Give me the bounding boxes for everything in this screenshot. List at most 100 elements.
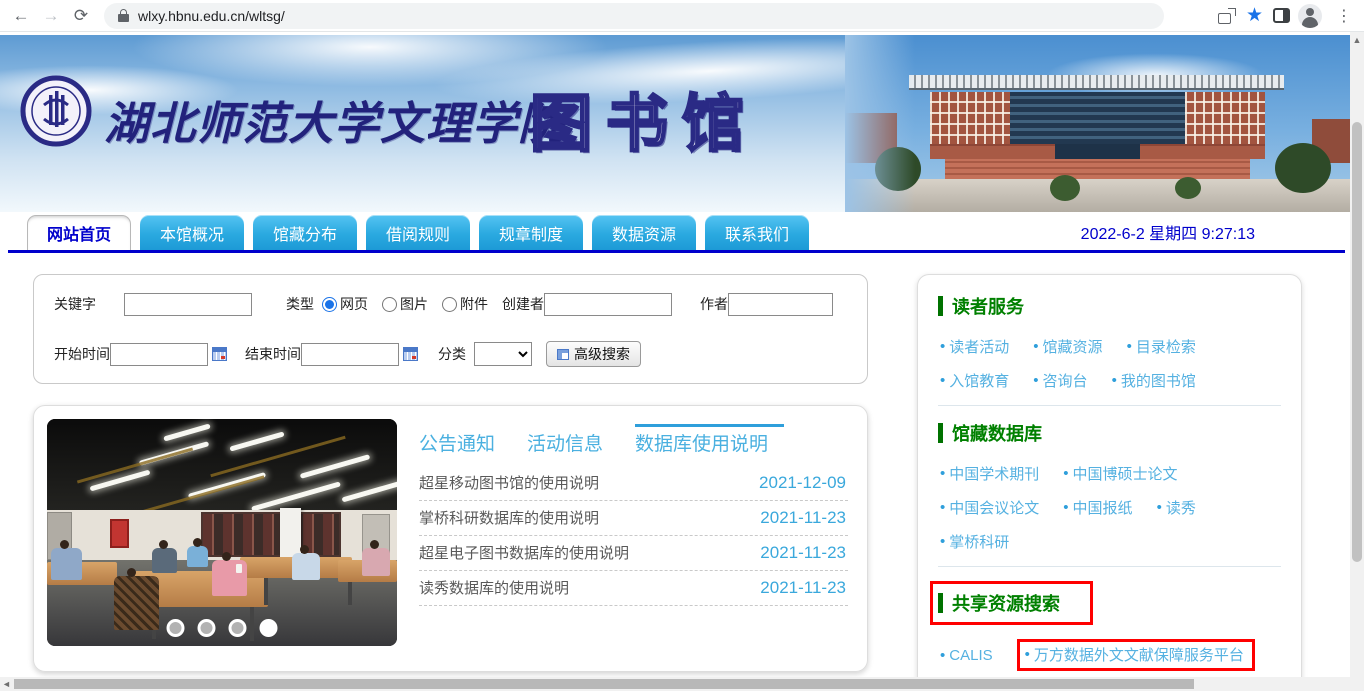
news-item-title[interactable]: 超星移动图书馆的使用说明 [419,472,599,493]
carousel-dot[interactable] [198,619,216,637]
section-heading: 读者服务 [938,293,1024,319]
scroll-left-arrow-icon[interactable]: ◄ [2,677,11,691]
nav-tabs: 网站首页本馆概况馆藏分布借阅规则规章制度数据资源联系我们 [27,215,818,250]
sidebar-link[interactable]: •中国博硕士论文 [1063,463,1177,484]
nav-tab[interactable]: 规章制度 [479,215,583,250]
end-time-input[interactable] [301,343,399,366]
news-item-title[interactable]: 掌桥科研数据库的使用说明 [419,507,599,528]
university-logo [20,75,92,147]
creator-input[interactable] [544,293,672,316]
radio-icon[interactable] [322,297,337,312]
side-panel-icon[interactable] [1273,8,1290,23]
author-input[interactable] [728,293,833,316]
search-form-card: 关键字 类型 网页图片附件 创建者 作者 开始时间 结束时间 [33,274,868,384]
library-building-photo [845,35,1350,212]
horizontal-scrollbar-thumb[interactable] [14,679,1194,689]
sidebar-link[interactable]: •咨询台 [1033,370,1087,391]
radio-icon[interactable] [382,297,397,312]
url-text[interactable]: wlxy.hbnu.edu.cn/wltsg/ [138,8,285,24]
refresh-icon[interactable]: ⟳ [66,6,96,26]
news-item[interactable]: 读秀数据库的使用说明2021-11-23 [419,571,848,606]
nav-tab[interactable]: 馆藏分布 [253,215,357,250]
news-panel: 公告通知活动信息数据库使用说明 超星移动图书馆的使用说明2021-12-09掌桥… [419,419,848,658]
news-item[interactable]: 超星移动图书馆的使用说明2021-12-09 [419,466,848,501]
end-time-label: 结束时间 [245,344,301,364]
start-time-input[interactable] [110,343,208,366]
table-leg [348,582,352,605]
sidebar-link-row: •掌桥科研 [940,531,1281,552]
news-item-title[interactable]: 读秀数据库的使用说明 [419,577,569,598]
sidebar-link-highlighted[interactable]: •万方数据外文文献保障服务平台 [1017,639,1255,671]
sidebar-link[interactable]: •掌桥科研 [940,531,1009,552]
bookmark-star-icon[interactable]: ★ [1242,6,1267,25]
sidebar-link[interactable]: •入馆教育 [940,370,1009,391]
nav-tab[interactable]: 借阅规则 [366,215,470,250]
type-radio-option[interactable]: 附件 [442,294,488,314]
library-title: 图书馆 [530,73,758,163]
sidebar-link[interactable]: •读秀 [1157,497,1196,518]
sidebar-link[interactable]: •中国报纸 [1063,497,1132,518]
profile-avatar[interactable] [1298,4,1322,28]
carousel-dot[interactable] [167,619,185,637]
news-item[interactable]: 掌桥科研数据库的使用说明 2021-11-23 [419,501,848,536]
sidebar-link[interactable]: •我的图书馆 [1112,370,1196,391]
sidebar-link-label: 读秀 [1166,497,1196,518]
radio-icon[interactable] [442,297,457,312]
carousel-dot[interactable] [260,619,278,637]
browser-menu-icon[interactable]: ⋮ [1330,6,1358,26]
sidebar-link[interactable]: •馆藏资源 [1033,336,1102,357]
section-heading: 馆藏数据库 [938,420,1042,446]
news-list: 超星移动图书馆的使用说明2021-12-09 掌桥科研数据库的使用说明 2021-1… [419,466,848,606]
news-tab[interactable]: 数据库使用说明 [635,424,784,456]
person-figure [152,548,177,573]
start-time-label: 开始时间 [54,344,110,364]
type-radio-option[interactable]: 图片 [382,294,428,314]
news-item-date: 2021-11-23 [760,508,846,528]
vertical-scrollbar-thumb[interactable] [1352,122,1362,562]
news-tab[interactable]: 活动信息 [527,424,603,456]
share-icon[interactable] [1218,8,1236,24]
carousel[interactable] [47,419,397,646]
category-select[interactable] [474,342,532,366]
sidebar-link[interactable]: •读者活动 [940,336,1009,357]
bullet-icon: • [940,372,945,389]
sidebar-link-label: 馆藏资源 [1043,336,1103,357]
news-card: 公告通知活动信息数据库使用说明 超星移动图书馆的使用说明2021-12-09掌桥… [33,405,868,672]
advanced-search-button[interactable]: 高级搜索 [546,341,641,367]
news-tab[interactable]: 公告通知 [419,424,495,456]
sidebar-link-label: CALIS [949,647,992,664]
nav-tab[interactable]: 网站首页 [27,215,131,250]
type-radio-option[interactable]: 网页 [322,294,368,314]
vertical-scrollbar[interactable]: ▲ [1350,32,1364,691]
nav-tab[interactable]: 数据资源 [592,215,696,250]
bullet-icon: • [1063,499,1068,516]
news-item-title[interactable]: 超星电子图书数据库的使用说明 [419,542,629,563]
university-name-calligraphy: 湖北师范大学文理学院 [104,87,564,152]
type-label: 类型 [286,294,314,314]
news-item-date: 2021-11-23 [760,543,846,563]
bullet-icon: • [940,465,945,482]
carousel-dot[interactable] [229,619,247,637]
section-title: 读者服务 [952,293,1024,319]
scroll-up-arrow-icon[interactable]: ▲ [1350,35,1364,45]
back-icon[interactable]: ← [6,6,36,26]
sidebar-link[interactable]: •中国学术期刊 [940,463,1039,484]
sidebar-link[interactable]: •中国会议论文 [940,497,1039,518]
bullet-icon: • [940,647,945,664]
nav-tab[interactable]: 本馆概况 [140,215,244,250]
news-item[interactable]: 超星电子图书数据库的使用说明 2021-11-23 [419,536,848,571]
address-bar[interactable]: wlxy.hbnu.edu.cn/wltsg/ [104,3,1164,29]
horizontal-scrollbar[interactable]: ◄ [0,677,1350,691]
creator-label: 创建者 [502,294,544,314]
person-head [300,545,309,554]
sidebar-link[interactable]: •目录检索 [1127,336,1196,357]
calendar-icon[interactable] [212,347,227,361]
forward-icon[interactable]: → [36,6,66,26]
news-tabs: 公告通知活动信息数据库使用说明 [419,424,848,456]
nav-tab[interactable]: 联系我们 [705,215,809,250]
keyword-input[interactable] [124,293,252,316]
sidebar-link[interactable]: •CALIS [940,647,993,664]
calendar-icon[interactable] [403,347,418,361]
sidebar-link-label: 入馆教育 [949,370,1009,391]
sidebar-link-label: 咨询台 [1043,370,1088,391]
